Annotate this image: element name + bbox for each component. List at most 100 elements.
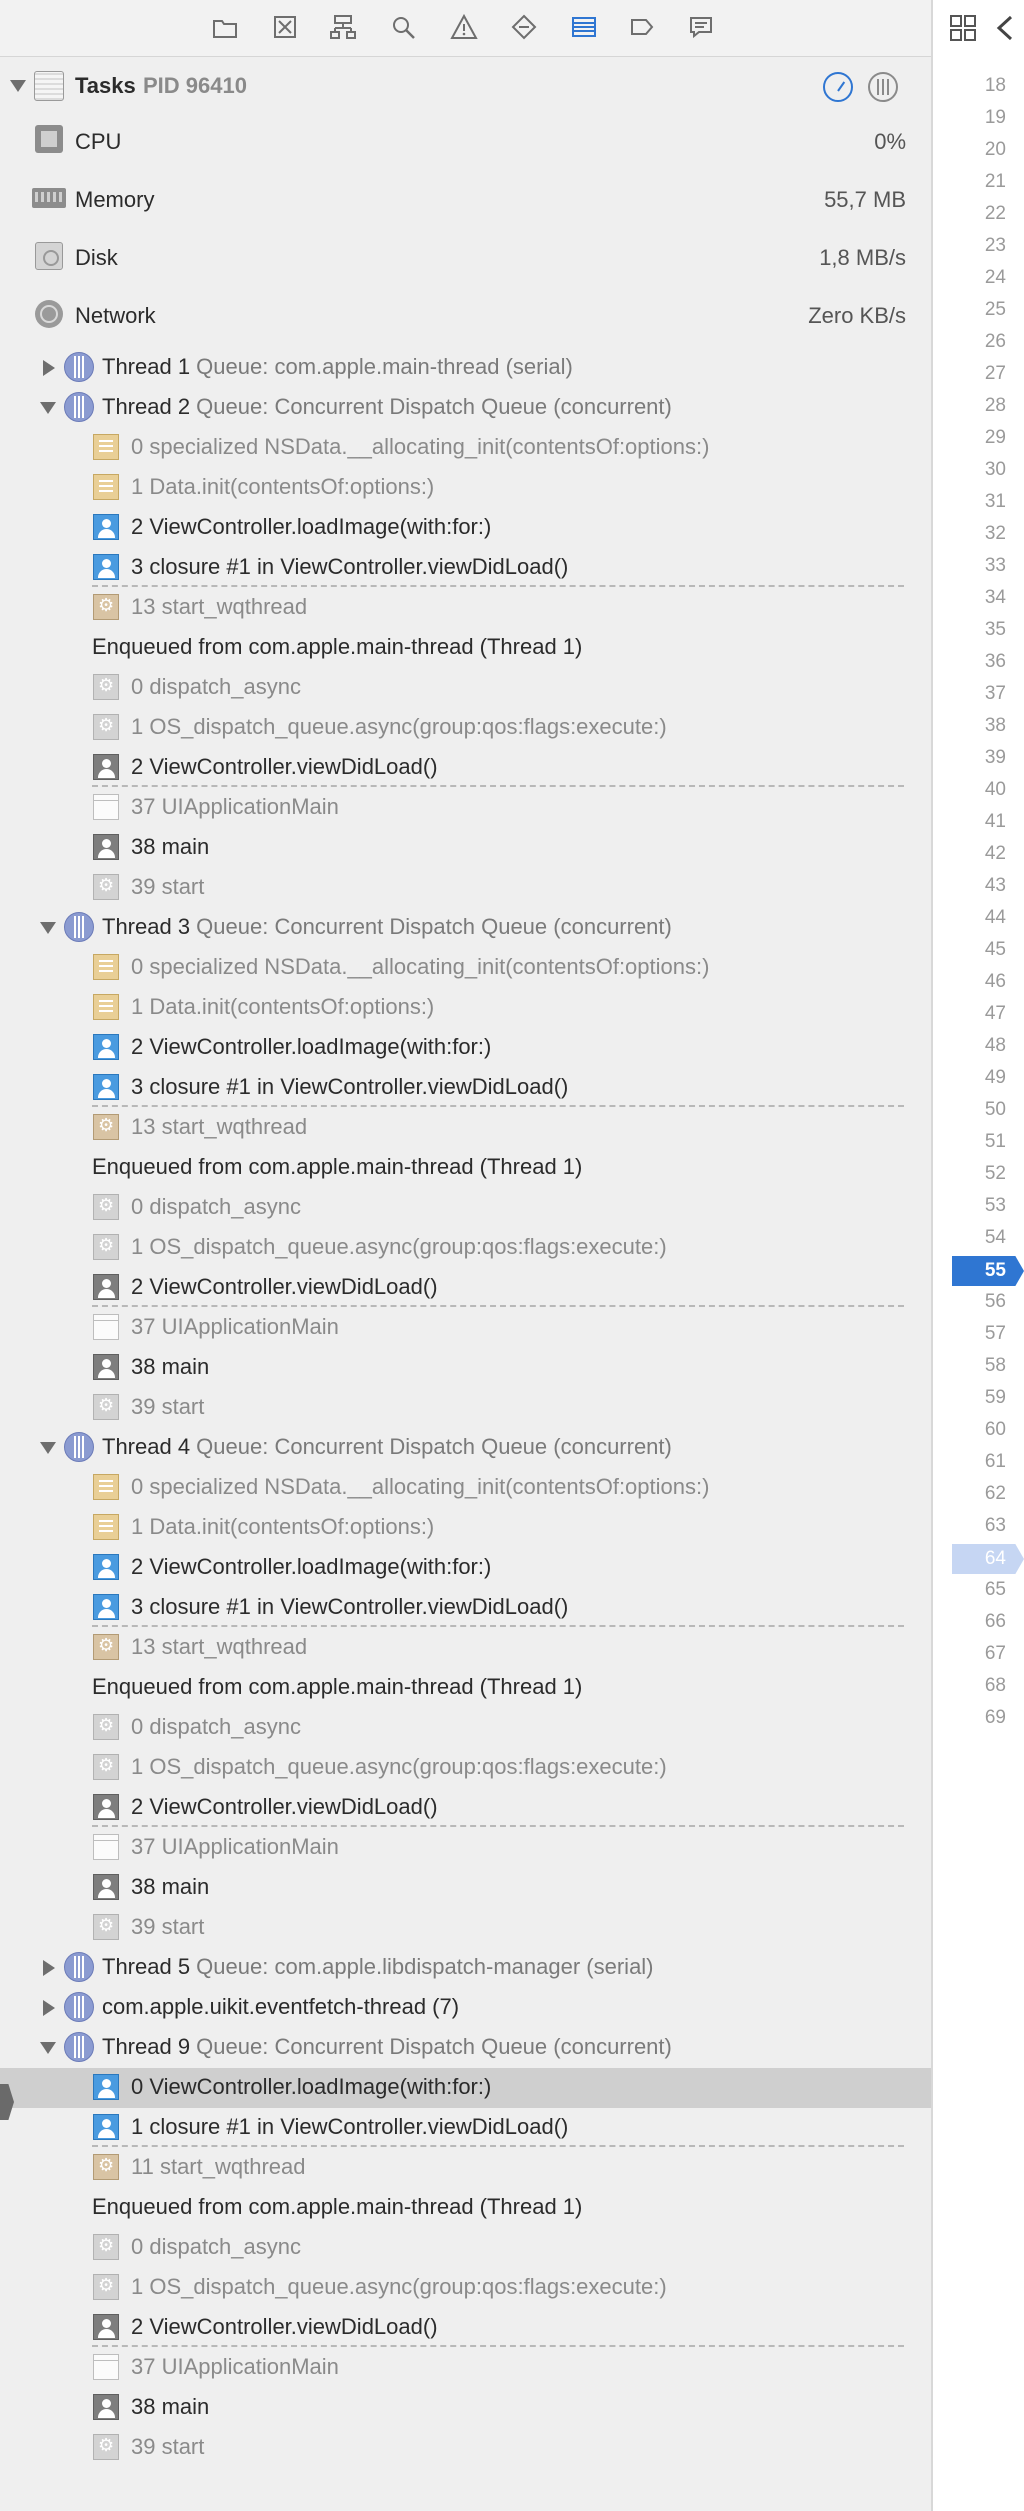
process-row[interactable]: Tasks PID 96410 — [0, 64, 931, 108]
stack-frame-row[interactable]: 0 specialized NSData.__allocating_init(c… — [0, 428, 931, 468]
stack-frame-row[interactable]: 11 start_wqthread — [0, 2145, 931, 2188]
stack-frame-row[interactable]: 37 UIApplicationMain — [0, 785, 931, 828]
disclosure-triangle-icon[interactable] — [43, 1960, 55, 1976]
thread-icon — [64, 352, 94, 382]
folder-icon[interactable] — [210, 12, 240, 42]
disclosure-triangle-icon[interactable] — [43, 2000, 55, 2016]
stack-frame-row[interactable]: 13 start_wqthread — [0, 1625, 931, 1668]
line-number: 37 — [984, 683, 1006, 704]
stack-frame-row[interactable]: 1 Data.init(contentsOf:options:) — [0, 1508, 931, 1548]
thread-name: Thread 2 — [102, 394, 191, 419]
stack-frame-row[interactable]: 37 UIApplicationMain — [0, 1305, 931, 1348]
disclosure-triangle-icon[interactable] — [43, 360, 55, 376]
thread-row[interactable]: Thread 1 Queue: com.apple.main-thread (s… — [0, 348, 931, 388]
gauge-icon[interactable] — [823, 72, 853, 102]
library-frame-icon — [93, 954, 119, 980]
system-frame-icon — [93, 1714, 119, 1740]
user-frame-icon — [93, 1034, 119, 1060]
stack-frame-row[interactable]: 13 start_wqthread — [0, 585, 931, 628]
stack-frame-row[interactable]: 3 closure #1 in ViewController.viewDidLo… — [0, 1068, 931, 1108]
line-number: 29 — [984, 427, 1006, 448]
thread-queue: Queue: Concurrent Dispatch Queue (concur… — [190, 914, 672, 939]
warning-icon[interactable] — [449, 12, 479, 42]
stack-frame-row[interactable]: 39 start — [0, 2428, 931, 2468]
thread-queue: Queue: Concurrent Dispatch Queue (concur… — [190, 2034, 672, 2059]
stack-frame-row[interactable]: 2 ViewController.loadImage(with:for:) — [0, 508, 931, 548]
frame-label: 37 UIApplicationMain — [131, 1834, 339, 1859]
stack-frame-row[interactable]: 2 ViewController.loadImage(with:for:) — [0, 1028, 931, 1068]
line-number: 67 — [984, 1643, 1006, 1664]
stack-frame-row[interactable]: 38 main — [0, 828, 931, 868]
stack-frame-row[interactable]: 1 OS_dispatch_queue.async(group:qos:flag… — [0, 2268, 931, 2308]
stack-frame-row[interactable]: 1 Data.init(contentsOf:options:) — [0, 468, 931, 508]
stack-frame-row[interactable]: 2 ViewController.viewDidLoad() — [0, 1788, 931, 1828]
system-frame-icon — [93, 1194, 119, 1220]
disclosure-triangle-icon[interactable] — [40, 402, 56, 414]
window-frame-icon — [93, 794, 119, 820]
stack-frame-row[interactable]: 0 dispatch_async — [0, 1188, 931, 1228]
stack-frame-row[interactable]: 1 OS_dispatch_queue.async(group:qos:flag… — [0, 1748, 931, 1788]
line-number: 57 — [984, 1323, 1006, 1344]
stack-frame-row[interactable]: 39 start — [0, 868, 931, 908]
stack-frame-row[interactable]: 3 closure #1 in ViewController.viewDidLo… — [0, 1588, 931, 1628]
stack-frame-row[interactable]: 13 start_wqthread — [0, 1105, 931, 1148]
user-frame-icon — [93, 1594, 119, 1620]
stack-frame-row[interactable]: 0 ViewController.loadImage(with:for:) — [0, 2068, 931, 2108]
thread-row[interactable]: Thread 3 Queue: Concurrent Dispatch Queu… — [0, 908, 931, 948]
threads-view-icon[interactable] — [868, 72, 898, 102]
hierarchy-icon[interactable] — [328, 12, 358, 42]
disclosure-triangle-icon[interactable] — [40, 922, 56, 934]
current-line-number[interactable]: 55 — [952, 1256, 1024, 1286]
system-frame-icon — [93, 1914, 119, 1940]
frame-label: 0 ViewController.loadImage(with:for:) — [131, 2074, 492, 2099]
stack-frame-row[interactable]: 2 ViewController.viewDidLoad() — [0, 2308, 931, 2348]
gauge-value: 0% — [874, 129, 906, 154]
chevron-left-icon[interactable] — [993, 14, 1017, 42]
stack-frame-row[interactable]: 39 start — [0, 1908, 931, 1948]
stack-frame-row[interactable]: 38 main — [0, 1868, 931, 1908]
stack-frame-row[interactable]: 37 UIApplicationMain — [0, 1825, 931, 1868]
breakpoint-icon[interactable] — [627, 12, 657, 42]
thread-row[interactable]: Thread 2 Queue: Concurrent Dispatch Queu… — [0, 388, 931, 428]
stack-frame-row[interactable]: 37 UIApplicationMain — [0, 2345, 931, 2388]
test-icon[interactable] — [509, 12, 539, 42]
stack-frame-row[interactable]: 0 specialized NSData.__allocating_init(c… — [0, 1468, 931, 1508]
thread-row[interactable]: Thread 9 Queue: Concurrent Dispatch Queu… — [0, 2028, 931, 2068]
stack-frame-row[interactable]: 1 closure #1 in ViewController.viewDidLo… — [0, 2108, 931, 2148]
search-icon[interactable] — [388, 12, 418, 42]
stack-frame-row[interactable]: 1 OS_dispatch_queue.async(group:qos:flag… — [0, 1228, 931, 1268]
network-row[interactable]: Network Zero KB/s — [0, 295, 931, 335]
breakpoint-line-number[interactable]: 64 — [952, 1544, 1024, 1574]
stack-frame-row[interactable]: 1 Data.init(contentsOf:options:) — [0, 988, 931, 1028]
source-control-icon[interactable] — [270, 12, 300, 42]
stack-frame-row[interactable]: 38 main — [0, 2388, 931, 2428]
stack-frame-row[interactable]: 0 dispatch_async — [0, 2228, 931, 2268]
stack-frame-row[interactable]: 2 ViewController.viewDidLoad() — [0, 748, 931, 788]
disclosure-triangle-icon[interactable] — [40, 2042, 56, 2054]
line-number: 45 — [984, 939, 1006, 960]
memory-icon — [32, 183, 66, 213]
thread-row[interactable]: Thread 4 Queue: Concurrent Dispatch Queu… — [0, 1428, 931, 1468]
stack-frame-row[interactable]: 0 specialized NSData.__allocating_init(c… — [0, 948, 931, 988]
line-number: 26 — [984, 331, 1006, 352]
stack-frame-row[interactable]: 2 ViewController.viewDidLoad() — [0, 1268, 931, 1308]
disclosure-triangle-icon[interactable] — [10, 80, 26, 92]
related-items-icon[interactable] — [949, 14, 977, 42]
cpu-row[interactable]: CPU 0% — [0, 121, 931, 161]
memory-row[interactable]: Memory 55,7 MB — [0, 179, 931, 219]
disclosure-triangle-icon[interactable] — [40, 1442, 56, 1454]
line-number: 35 — [984, 619, 1006, 640]
stack-frame-row[interactable]: 2 ViewController.loadImage(with:for:) — [0, 1548, 931, 1588]
frame-label: 38 main — [131, 1874, 210, 1899]
disk-row[interactable]: Disk 1,8 MB/s — [0, 237, 931, 277]
stack-frame-row[interactable]: 3 closure #1 in ViewController.viewDidLo… — [0, 548, 931, 588]
thread-row[interactable]: com.apple.uikit.eventfetch-thread (7) — [0, 1988, 931, 2028]
report-icon[interactable] — [686, 12, 716, 42]
thread-row[interactable]: Thread 5 Queue: com.apple.libdispatch-ma… — [0, 1948, 931, 1988]
stack-frame-row[interactable]: 38 main — [0, 1348, 931, 1388]
debug-navigator-icon[interactable] — [569, 12, 599, 42]
stack-frame-row[interactable]: 0 dispatch_async — [0, 668, 931, 708]
stack-frame-row[interactable]: 39 start — [0, 1388, 931, 1428]
stack-frame-row[interactable]: 0 dispatch_async — [0, 1708, 931, 1748]
stack-frame-row[interactable]: 1 OS_dispatch_queue.async(group:qos:flag… — [0, 708, 931, 748]
